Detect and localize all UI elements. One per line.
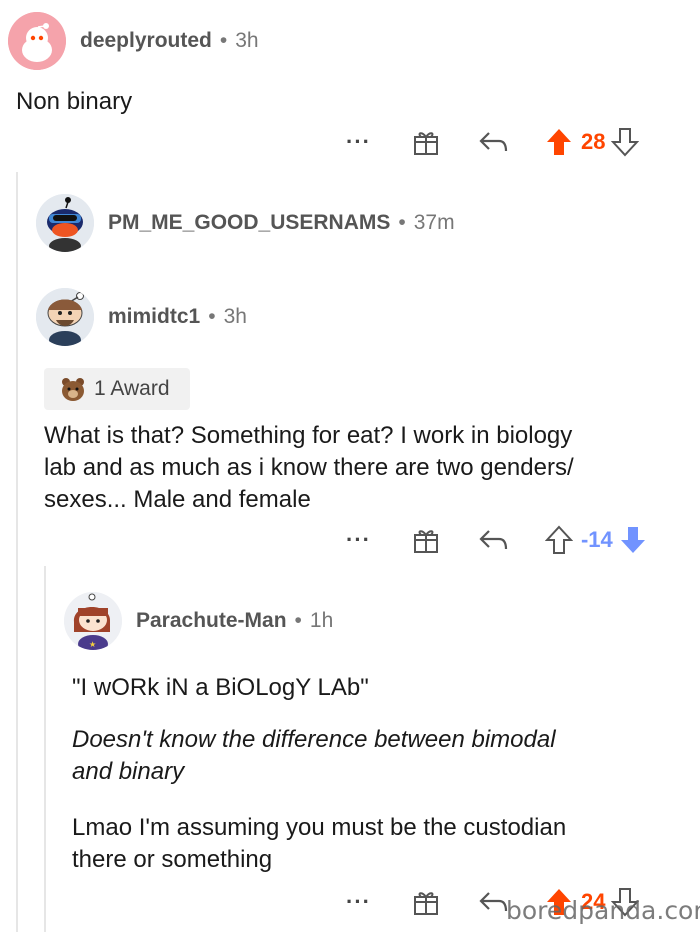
vote-score: -14: [580, 527, 613, 552]
snoo-avatar-icon: [36, 288, 94, 346]
comment-header: ★ Parachute-Man • 1h: [64, 592, 333, 650]
author-row: mimidtc1 • 3h: [108, 305, 247, 329]
separator-dot: •: [294, 609, 302, 632]
downvote-arrow-icon[interactable]: [619, 525, 647, 555]
snoo-avatar-icon: [36, 194, 94, 252]
award-badge[interactable]: 1 Award: [44, 368, 190, 410]
separator-dot: •: [208, 305, 216, 328]
comment-actions: ··· 28: [346, 122, 640, 162]
comment-header: PM_ME_GOOD_USERNAMS • 37m: [36, 194, 455, 252]
more-icon[interactable]: ···: [346, 129, 371, 155]
upvote-arrow-icon[interactable]: [545, 127, 573, 157]
comment-actions: ··· -14: [346, 520, 647, 560]
author-row: Parachute-Man • 1h: [136, 609, 333, 633]
body-line: Lmao I'm assuming you must be the custod…: [72, 814, 567, 841]
comment-paragraph: Lmao I'm assuming you must be the custod…: [72, 812, 566, 876]
thread-line-level2[interactable]: [44, 566, 46, 932]
award-bear-icon: [60, 376, 86, 402]
body-line: "I wORk iN a BiOLogY LAb": [72, 674, 369, 701]
avatar[interactable]: [8, 12, 66, 70]
author-row: PM_ME_GOOD_USERNAMS • 37m: [108, 211, 455, 235]
body-line: sexes... Male and female: [44, 486, 311, 513]
separator-dot: •: [219, 29, 228, 52]
more-icon[interactable]: ···: [346, 527, 371, 553]
timestamp: 3h: [235, 29, 259, 52]
username[interactable]: deeplyrouted: [80, 29, 212, 53]
gift-icon[interactable]: [411, 127, 441, 157]
avatar[interactable]: [36, 194, 94, 252]
award-label: 1 Award: [94, 377, 170, 400]
reply-icon[interactable]: [477, 129, 509, 155]
comment-body: What is that? Something for eat? I work …: [44, 420, 574, 516]
snoo-avatar-icon: ★: [64, 592, 122, 650]
body-line: What is that? Something for eat? I work …: [44, 422, 573, 449]
author-row: deeplyrouted • 3h: [80, 29, 259, 53]
gift-icon[interactable]: [411, 887, 441, 917]
username[interactable]: Parachute-Man: [136, 609, 287, 633]
comment-header: deeplyrouted • 3h: [8, 12, 259, 70]
more-icon[interactable]: ···: [346, 889, 371, 915]
body-line: lab and as much as i know there are two …: [44, 454, 574, 481]
watermark: boredpanda.com: [506, 896, 700, 925]
timestamp: 37m: [413, 211, 455, 234]
avatar[interactable]: ★: [64, 592, 122, 650]
username[interactable]: mimidtc1: [108, 305, 200, 329]
body-line: Doesn't know the difference between bimo…: [72, 726, 556, 753]
upvote-arrow-icon[interactable]: [544, 525, 573, 555]
vote-score: 28: [580, 129, 606, 154]
avatar[interactable]: [36, 288, 94, 346]
username[interactable]: PM_ME_GOOD_USERNAMS: [108, 211, 390, 235]
timestamp: 3h: [223, 305, 247, 328]
gift-icon[interactable]: [411, 525, 441, 555]
svg-text:★: ★: [89, 640, 96, 649]
reply-icon[interactable]: [477, 527, 509, 553]
comment-header: mimidtc1 • 3h: [36, 288, 247, 346]
comment-paragraph: Doesn't know the difference between bimo…: [72, 724, 556, 788]
reply-icon[interactable]: [477, 889, 509, 915]
comment-body: Non binary: [16, 88, 133, 115]
thread-line-level1[interactable]: [16, 172, 18, 932]
separator-dot: •: [398, 211, 406, 234]
body-line: and binary: [72, 758, 185, 785]
snoo-avatar-icon: [8, 12, 66, 70]
downvote-arrow-icon[interactable]: [611, 127, 640, 157]
body-line: there or something: [72, 846, 273, 873]
timestamp: 1h: [309, 609, 334, 632]
comment-paragraph: "I wORk iN a BiOLogY LAb": [72, 672, 369, 704]
